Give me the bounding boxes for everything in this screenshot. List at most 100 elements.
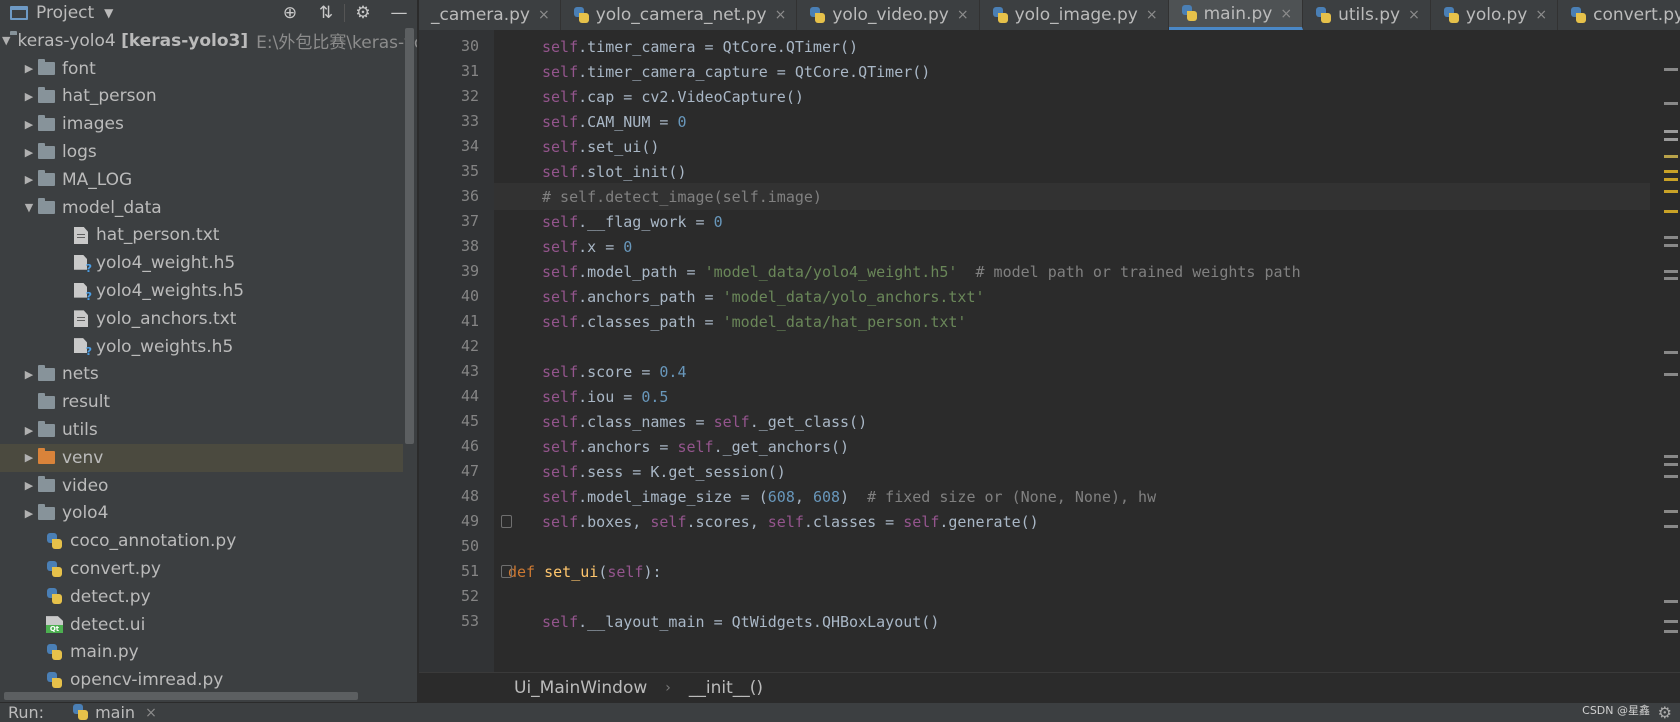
tree-item-yolo4-weights[interactable]: yolo4_weights.h5 bbox=[0, 277, 403, 305]
tab-convert[interactable]: convert.py × bbox=[1558, 0, 1680, 30]
code-line[interactable]: self .class_names = self ._get_class() bbox=[419, 408, 1650, 435]
close-icon[interactable]: × bbox=[1535, 7, 1547, 23]
stripe-marker[interactable] bbox=[1664, 178, 1678, 181]
tree-item-yolo4[interactable]: ▶ yolo4 bbox=[0, 500, 403, 528]
collapse-all-icon[interactable]: ⇅ bbox=[308, 0, 344, 25]
code-line[interactable] bbox=[419, 583, 1650, 610]
stripe-marker[interactable] bbox=[1664, 244, 1678, 247]
stripe-marker[interactable] bbox=[1664, 510, 1678, 513]
tree-item-ma-log[interactable]: ▶ MA_LOG bbox=[0, 166, 403, 194]
code-line[interactable]: self .score = 0.4 bbox=[419, 358, 1650, 385]
stripe-marker[interactable] bbox=[1664, 455, 1678, 458]
expand-arrow-icon[interactable]: ▶ bbox=[20, 507, 38, 520]
code-line[interactable]: self .cap = cv2.VideoCapture() bbox=[419, 83, 1650, 110]
close-icon[interactable]: × bbox=[1408, 7, 1420, 23]
tab-main[interactable]: main.py × bbox=[1168, 0, 1304, 30]
tree-item-font[interactable]: ▶ font bbox=[0, 55, 403, 83]
tree-item-main[interactable]: main.py bbox=[0, 639, 403, 667]
stripe-marker[interactable] bbox=[1664, 630, 1678, 633]
close-icon[interactable]: × bbox=[1280, 6, 1292, 22]
tree-item-yolo4-weight[interactable]: yolo4_weight.h5 bbox=[0, 249, 403, 277]
stripe-marker[interactable] bbox=[1664, 138, 1678, 141]
tree-item-root[interactable]: ▼ keras-yolo4 [keras-yolo3] E:\外包比赛\kera… bbox=[0, 27, 417, 55]
code-line[interactable]: self .iou = 0.5 bbox=[419, 383, 1650, 410]
project-title[interactable]: Project bbox=[36, 3, 94, 23]
code-line[interactable]: self .model_path = 'model_data/yolo4_weig… bbox=[419, 258, 1650, 285]
stripe-marker[interactable] bbox=[1664, 620, 1678, 623]
expand-arrow-icon[interactable]: ▶ bbox=[20, 173, 38, 186]
expand-arrow-icon[interactable]: ▶ bbox=[20, 368, 38, 381]
tree-item-hat-person[interactable]: ▶ hat_person bbox=[0, 83, 403, 111]
fold-expand-icon[interactable] bbox=[501, 565, 512, 578]
stripe-marker[interactable] bbox=[1664, 373, 1678, 376]
code-line[interactable] bbox=[419, 333, 1650, 360]
code-line[interactable]: self .set_ui() bbox=[419, 133, 1650, 160]
code-line[interactable]: self .anchors_path = 'model_data/yolo_anc… bbox=[419, 283, 1650, 310]
tree-item-model-data[interactable]: ▼ model_data bbox=[0, 194, 403, 222]
close-icon[interactable]: × bbox=[538, 7, 550, 23]
stripe-marker[interactable] bbox=[1664, 463, 1678, 466]
tree-item-images[interactable]: ▶ images bbox=[0, 110, 403, 138]
close-icon[interactable]: × bbox=[1146, 7, 1158, 23]
chevron-down-icon[interactable]: ▼ bbox=[104, 6, 113, 20]
code-line[interactable]: self .boxes, self .scores, self .classes = … bbox=[419, 508, 1650, 535]
close-icon[interactable]: × bbox=[957, 7, 969, 23]
tree-item-venv[interactable]: ▶ venv bbox=[0, 443, 403, 472]
tree-item-yolo-anchors[interactable]: yolo_anchors.txt bbox=[0, 305, 403, 333]
tree-item-result[interactable]: result bbox=[0, 388, 403, 416]
expand-arrow-icon[interactable]: ▶ bbox=[20, 424, 38, 437]
code-line[interactable]: self .__layout_main = QtWidgets.QHBoxLayo… bbox=[419, 608, 1650, 635]
stripe-marker[interactable] bbox=[1664, 210, 1678, 213]
breadcrumb-method[interactable]: __init__() bbox=[689, 678, 763, 698]
stripe-marker[interactable] bbox=[1664, 270, 1678, 273]
run-config-tab[interactable]: main bbox=[95, 703, 135, 722]
code-line[interactable]: # self.detect_image(self.image) bbox=[494, 183, 1650, 210]
tree-item-video[interactable]: ▶ video bbox=[0, 472, 403, 500]
close-icon[interactable]: × bbox=[145, 705, 157, 721]
code-line[interactable]: self .sess = K.get_session() bbox=[419, 458, 1650, 485]
fold-collapse-icon[interactable] bbox=[501, 515, 512, 528]
close-icon[interactable]: × bbox=[775, 7, 787, 23]
expand-arrow-icon[interactable]: ▶ bbox=[20, 90, 38, 103]
tree-item-detect-ui[interactable]: detect.ui bbox=[0, 611, 403, 639]
code-area[interactable]: self .timer_camera = QtCore.QTimer() self.… bbox=[419, 30, 1680, 672]
tree-item-opencv-imread[interactable]: opencv-imread.py bbox=[0, 666, 403, 694]
code-line[interactable]: self .timer_camera_capture = QtCore.QTime… bbox=[419, 58, 1650, 85]
error-stripe[interactable] bbox=[1664, 60, 1680, 672]
code-line[interactable]: self .model_image_size = (608, 608) # fix… bbox=[419, 483, 1650, 510]
breadcrumb-class[interactable]: Ui_MainWindow bbox=[514, 678, 647, 698]
tree-horizontal-scrollbar[interactable] bbox=[4, 692, 358, 700]
expand-arrow-icon[interactable]: ▼ bbox=[2, 34, 10, 47]
code-line[interactable]: self .x = 0 bbox=[419, 233, 1650, 260]
hide-icon[interactable]: — bbox=[381, 0, 417, 25]
tab-yolo[interactable]: yolo.py × bbox=[1431, 0, 1559, 30]
stripe-marker[interactable] bbox=[1664, 102, 1678, 105]
stripe-marker[interactable] bbox=[1664, 277, 1678, 280]
stripe-marker[interactable] bbox=[1664, 190, 1678, 193]
tab-yolo-camera-net[interactable]: yolo_camera_net.py × bbox=[561, 0, 798, 30]
stripe-marker[interactable] bbox=[1664, 351, 1678, 354]
tree-item-yolo-weights[interactable]: yolo_weights.h5 bbox=[0, 333, 403, 361]
locate-icon[interactable]: ⊕ bbox=[272, 0, 308, 25]
project-header[interactable]: Project ▼ ⊕ ⇅ ⚙ — bbox=[0, 0, 417, 25]
expand-arrow-icon[interactable]: ▶ bbox=[20, 479, 38, 492]
gear-icon[interactable]: ⚙ bbox=[345, 0, 381, 25]
stripe-marker[interactable] bbox=[1664, 130, 1678, 133]
code-line[interactable]: self .slot_init() bbox=[419, 158, 1650, 185]
stripe-marker[interactable] bbox=[1664, 170, 1678, 173]
tree-item-detect-py[interactable]: detect.py bbox=[0, 583, 403, 611]
stripe-marker[interactable] bbox=[1664, 525, 1678, 528]
tree-item-coco-annotation[interactable]: coco_annotation.py bbox=[0, 527, 403, 555]
tab-yolo-image[interactable]: yolo_image.py × bbox=[980, 0, 1169, 30]
code-line[interactable]: def set_ui(self): bbox=[419, 558, 1650, 585]
tree-item-logs[interactable]: ▶ logs bbox=[0, 138, 403, 166]
tree-item-nets[interactable]: ▶ nets bbox=[0, 361, 403, 389]
stripe-marker[interactable] bbox=[1664, 475, 1678, 478]
tab-utils[interactable]: utils.py × bbox=[1303, 0, 1431, 30]
expand-arrow-icon[interactable]: ▶ bbox=[20, 146, 38, 159]
tab-yolo-video[interactable]: yolo_video.py × bbox=[797, 0, 980, 30]
tree-item-convert[interactable]: convert.py bbox=[0, 555, 403, 583]
gear-icon[interactable]: ⚙ bbox=[1658, 703, 1672, 722]
tab-camera[interactable]: _camera.py × bbox=[419, 0, 561, 30]
tree-vertical-scrollbar[interactable] bbox=[405, 28, 414, 444]
